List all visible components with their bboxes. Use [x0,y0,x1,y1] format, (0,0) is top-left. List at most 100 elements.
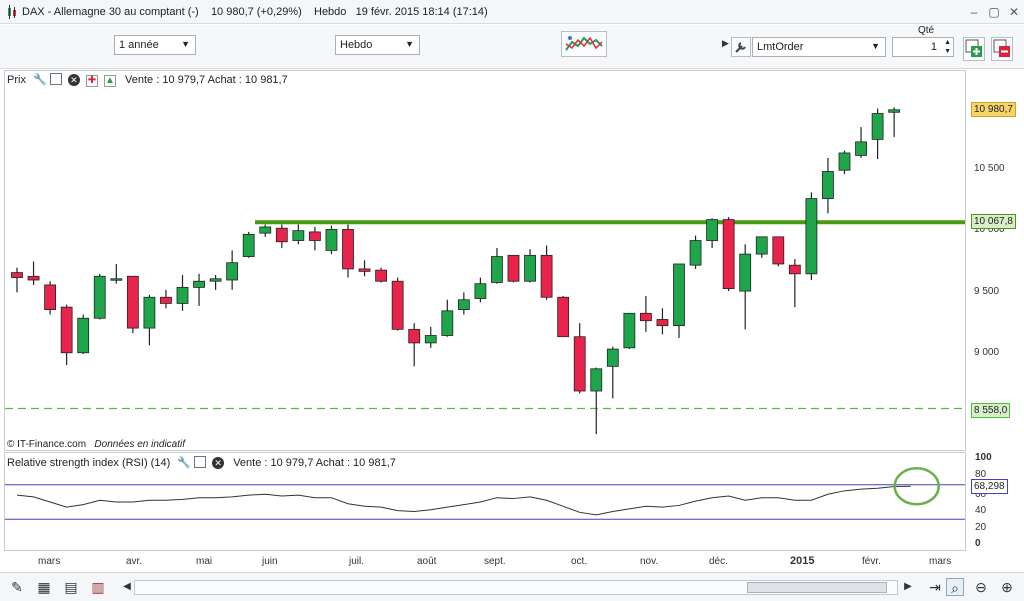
rsi-panel-header: Relative strength index (RSI) (14) 🔧 ✕ V… [7,456,396,469]
candle-up [325,229,338,251]
candle-down [507,254,520,282]
draw-tools-icon[interactable]: ✎ [8,578,26,596]
window-icon[interactable] [49,73,62,86]
y-tick-label: 9 500 [974,286,1000,297]
instrument-price: 10 980,7 (+0,29%) [210,6,302,18]
order-settings-button[interactable] [731,37,751,57]
candle-up [424,335,437,344]
wrench-icon[interactable]: 🔧 [33,74,47,86]
candle-up [474,283,487,299]
rsi-axis[interactable]: 100 80 60 40 20 0 68,298 [967,452,1024,551]
time-axis[interactable]: mars avr. mai juin juil. août sept. oct.… [4,552,966,571]
rsi-line [16,485,911,516]
toolbar: 1 année ▼ Hebdo ▼ ▶ LmtOrder ▼ Qté 1 ▲ ▼ [0,25,1024,69]
zoom-select-icon[interactable]: ⌕ [946,578,964,596]
grid-icon[interactable]: ▦ [35,578,53,596]
zoom-out-icon[interactable]: ⊖ [972,578,990,596]
sell-button[interactable] [991,37,1013,61]
range-select[interactable]: 1 année ▼ [114,35,196,55]
candle-down [772,236,785,265]
candle-down [788,264,801,275]
rsi-value-label: 68,298 [971,479,1008,494]
x-tick-label: juin [262,556,278,567]
candle-up [689,240,702,266]
close-window-button[interactable]: ✕ [1006,4,1022,20]
candle-up [590,368,603,392]
crosshair-icon[interactable]: ⇥ [926,578,944,596]
data-source: © IT-Finance.com [7,439,87,450]
minimize-button[interactable]: – [966,4,982,20]
wrench-icon[interactable]: 🔧 [177,457,191,469]
buy-button[interactable] [963,37,985,61]
candle-up [259,226,272,234]
x-tick-label: mars [929,556,952,567]
candle-up [888,109,901,113]
candle-up [871,113,884,140]
candle-up [242,233,255,257]
rsi-panel[interactable]: Relative strength index (RSI) (14) 🔧 ✕ V… [4,452,966,551]
price-chart-panel[interactable]: Prix 🔧 ✕ ✚ ▲ Vente : 10 979,7 Achat : 10… [4,70,966,451]
close-circle-icon[interactable]: ✕ [67,74,80,86]
scroll-right-icon[interactable]: ▶ [899,578,917,596]
title-bar: DAX - Allemagne 30 au comptant (-) 10 98… [0,0,1024,24]
chart-style-button[interactable] [561,31,607,57]
price-panel-label: Prix [7,74,26,86]
candle-up [805,198,818,275]
candle-up [606,348,619,367]
x-tick-label: mai [196,556,213,567]
expand-arrow-icon[interactable]: ▶ [722,38,729,49]
price-quote: Vente : 10 979,7 Achat : 10 981,7 [125,74,288,86]
candle-down [540,254,553,298]
range-select-value: 1 année [119,39,159,51]
candle-up [457,299,470,311]
scrollbar-thumb[interactable] [747,582,887,593]
candle-down [11,272,23,278]
price-axis[interactable]: 10 500 10 000 9 500 9 000 8 500 10 980,7… [967,70,1024,451]
candle-up [623,312,636,349]
chart-style-icon [565,36,603,51]
window-icon[interactable] [194,456,207,469]
candle-down [656,319,669,327]
rsi-panel-label: Relative strength index (RSI) (14) [7,457,171,469]
indicators-icon[interactable]: ▥ [89,578,107,596]
candle-up [77,317,90,354]
candle-up [193,280,205,288]
price-chart[interactable] [5,71,965,450]
maximize-button[interactable]: ▢ [986,4,1002,20]
x-tick-label: mars [38,556,61,567]
data-source-footer: © IT-Finance.com Données en indicatif [7,439,185,450]
calculator-icon[interactable]: ▤ [62,578,80,596]
remove-panel-icon[interactable]: ✚ [85,75,98,87]
candle-up [209,278,222,282]
add-panel-icon[interactable]: ▲ [103,75,116,87]
last-price-label: 10 980,7 [971,102,1016,117]
candle-down [408,328,421,344]
y-tick-label: 10 500 [974,163,1005,174]
candle-up [491,256,503,283]
candle-up [226,262,239,281]
candle-up [441,310,454,336]
rsi-tick-label: 20 [975,522,987,533]
candle-up [855,141,867,156]
candle-down [358,268,371,272]
stepper-arrows-icon[interactable]: ▲ ▼ [944,38,951,56]
order-type-select[interactable]: LmtOrder ▼ [752,37,886,57]
rsi-tick-label: 0 [975,538,981,549]
candle-up [706,219,718,241]
candle-down [573,336,586,392]
candlestick-app-icon [6,5,18,19]
candle-up [110,278,123,281]
sell-icon [993,39,1010,57]
close-circle-icon[interactable]: ✕ [212,457,225,469]
period-select[interactable]: Hebdo ▼ [335,35,420,55]
time-scrollbar[interactable] [134,580,898,595]
candle-up [755,236,768,255]
chevron-down-icon: ▼ [871,41,880,51]
candle-up [673,263,685,327]
rsi-tick-label: 40 [975,505,987,516]
zoom-in-icon[interactable]: ⊕ [998,578,1016,596]
chevron-down-icon: ▼ [405,39,414,49]
buy-icon [965,39,982,57]
candle-up [739,253,752,292]
quantity-stepper[interactable]: 1 ▲ ▼ [892,37,954,57]
